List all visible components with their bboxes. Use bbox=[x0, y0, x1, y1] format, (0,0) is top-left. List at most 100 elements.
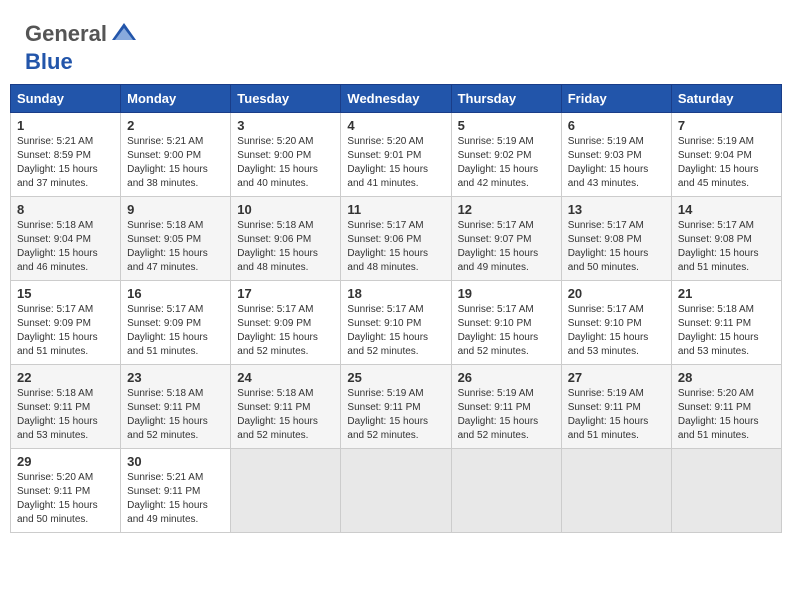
calendar-cell bbox=[451, 449, 561, 533]
day-number: 18 bbox=[347, 286, 444, 301]
day-number: 12 bbox=[458, 202, 555, 217]
day-number: 23 bbox=[127, 370, 224, 385]
day-info: Sunrise: 5:17 AMSunset: 9:06 PMDaylight:… bbox=[347, 219, 444, 275]
calendar-week-3: 15Sunrise: 5:17 AMSunset: 9:09 PMDayligh… bbox=[11, 281, 782, 365]
day-number: 17 bbox=[237, 286, 334, 301]
calendar-cell: 6 Sunrise: 5:19 AMSunset: 9:03 PMDaylight… bbox=[561, 113, 671, 197]
day-info: Sunrise: 5:17 AMSunset: 9:08 PMDaylight:… bbox=[568, 219, 665, 275]
day-number: 3 bbox=[237, 118, 334, 133]
day-number: 5 bbox=[458, 118, 555, 133]
calendar-cell: 29 Sunrise: 5:20 AMSunset: 9:11 PMDayligh… bbox=[11, 449, 121, 533]
weekday-header-thursday: Thursday bbox=[451, 85, 561, 113]
calendar-cell: 2 Sunrise: 5:21 AMSunset: 9:00 PMDaylight… bbox=[121, 113, 231, 197]
day-info: Sunrise: 5:17 AMSunset: 9:08 PMDaylight:… bbox=[678, 219, 775, 275]
day-number: 30 bbox=[127, 454, 224, 469]
day-number: 21 bbox=[678, 286, 775, 301]
logo-blue: Blue bbox=[25, 49, 73, 74]
calendar-cell bbox=[231, 449, 341, 533]
logo-general: General bbox=[25, 21, 107, 46]
calendar-cell: 27 Sunrise: 5:19 AMSunset: 9:11 PMDayligh… bbox=[561, 365, 671, 449]
calendar-cell: 3 Sunrise: 5:20 AMSunset: 9:00 PMDaylight… bbox=[231, 113, 341, 197]
day-info: Sunrise: 5:17 AMSunset: 9:07 PMDaylight:… bbox=[458, 219, 555, 275]
calendar-cell: 13 Sunrise: 5:17 AMSunset: 9:08 PMDayligh… bbox=[561, 197, 671, 281]
day-info: Sunrise: 5:17 AMSunset: 9:10 PMDaylight:… bbox=[347, 303, 444, 359]
day-number: 19 bbox=[458, 286, 555, 301]
day-info: Sunrise: 5:19 AMSunset: 9:11 PMDaylight:… bbox=[347, 387, 444, 443]
weekday-header-sunday: Sunday bbox=[11, 85, 121, 113]
calendar-cell: 4 Sunrise: 5:20 AMSunset: 9:01 PMDaylight… bbox=[341, 113, 451, 197]
day-number: 26 bbox=[458, 370, 555, 385]
calendar-cell: 30 Sunrise: 5:21 AMSunset: 9:11 PMDayligh… bbox=[121, 449, 231, 533]
calendar-cell: 23 Sunrise: 5:18 AMSunset: 9:11 PMDayligh… bbox=[121, 365, 231, 449]
day-info: Sunrise: 5:21 AMSunset: 9:11 PMDaylight:… bbox=[127, 471, 224, 527]
day-number: 29 bbox=[17, 454, 114, 469]
day-number: 11 bbox=[347, 202, 444, 217]
weekday-header-friday: Friday bbox=[561, 85, 671, 113]
calendar-week-4: 22 Sunrise: 5:18 AMSunset: 9:11 PMDayligh… bbox=[11, 365, 782, 449]
day-info: Sunrise: 5:19 AMSunset: 9:11 PMDaylight:… bbox=[568, 387, 665, 443]
day-number: 7 bbox=[678, 118, 775, 133]
calendar-cell: 28Sunrise: 5:20 AMSunset: 9:11 PMDayligh… bbox=[671, 365, 781, 449]
calendar-cell: 5 Sunrise: 5:19 AMSunset: 9:02 PMDaylight… bbox=[451, 113, 561, 197]
day-number: 20 bbox=[568, 286, 665, 301]
day-info: Sunrise: 5:19 AMSunset: 9:04 PMDaylight:… bbox=[678, 135, 775, 191]
day-number: 13 bbox=[568, 202, 665, 217]
day-number: 4 bbox=[347, 118, 444, 133]
day-number: 16 bbox=[127, 286, 224, 301]
day-info: Sunrise: 5:18 AMSunset: 9:06 PMDaylight:… bbox=[237, 219, 334, 275]
day-number: 27 bbox=[568, 370, 665, 385]
calendar-cell: 21Sunrise: 5:18 AMSunset: 9:11 PMDayligh… bbox=[671, 281, 781, 365]
calendar-week-1: 1 Sunrise: 5:21 AMSunset: 8:59 PMDaylight… bbox=[11, 113, 782, 197]
day-info: Sunrise: 5:20 AMSunset: 9:11 PMDaylight:… bbox=[17, 471, 114, 527]
day-info: Sunrise: 5:19 AMSunset: 9:02 PMDaylight:… bbox=[458, 135, 555, 191]
calendar-cell bbox=[561, 449, 671, 533]
calendar-cell: 1 Sunrise: 5:21 AMSunset: 8:59 PMDaylight… bbox=[11, 113, 121, 197]
calendar-cell: 20 Sunrise: 5:17 AMSunset: 9:10 PMDayligh… bbox=[561, 281, 671, 365]
calendar-cell: 14Sunrise: 5:17 AMSunset: 9:08 PMDayligh… bbox=[671, 197, 781, 281]
calendar-cell: 9Sunrise: 5:18 AMSunset: 9:05 PMDaylight… bbox=[121, 197, 231, 281]
calendar-cell: 8 Sunrise: 5:18 AMSunset: 9:04 PMDaylight… bbox=[11, 197, 121, 281]
header: General Blue bbox=[10, 10, 782, 79]
day-number: 9 bbox=[127, 202, 224, 217]
day-number: 1 bbox=[17, 118, 114, 133]
day-info: Sunrise: 5:18 AMSunset: 9:04 PMDaylight:… bbox=[17, 219, 114, 275]
calendar-cell bbox=[341, 449, 451, 533]
day-info: Sunrise: 5:17 AMSunset: 9:09 PMDaylight:… bbox=[237, 303, 334, 359]
day-info: Sunrise: 5:20 AMSunset: 9:00 PMDaylight:… bbox=[237, 135, 334, 191]
logo: General Blue bbox=[25, 20, 139, 74]
calendar-cell: 19 Sunrise: 5:17 AMSunset: 9:10 PMDayligh… bbox=[451, 281, 561, 365]
weekday-header-saturday: Saturday bbox=[671, 85, 781, 113]
calendar-cell bbox=[671, 449, 781, 533]
day-info: Sunrise: 5:21 AMSunset: 9:00 PMDaylight:… bbox=[127, 135, 224, 191]
day-number: 24 bbox=[237, 370, 334, 385]
calendar-cell: 10 Sunrise: 5:18 AMSunset: 9:06 PMDayligh… bbox=[231, 197, 341, 281]
calendar-cell: 24 Sunrise: 5:18 AMSunset: 9:11 PMDayligh… bbox=[231, 365, 341, 449]
calendar-cell: 11 Sunrise: 5:17 AMSunset: 9:06 PMDayligh… bbox=[341, 197, 451, 281]
day-info: Sunrise: 5:17 AMSunset: 9:09 PMDaylight:… bbox=[127, 303, 224, 359]
day-info: Sunrise: 5:18 AMSunset: 9:11 PMDaylight:… bbox=[17, 387, 114, 443]
day-info: Sunrise: 5:21 AMSunset: 8:59 PMDaylight:… bbox=[17, 135, 114, 191]
day-info: Sunrise: 5:18 AMSunset: 9:11 PMDaylight:… bbox=[237, 387, 334, 443]
day-number: 25 bbox=[347, 370, 444, 385]
logo-icon bbox=[109, 20, 139, 50]
day-info: Sunrise: 5:18 AMSunset: 9:11 PMDaylight:… bbox=[127, 387, 224, 443]
day-number: 8 bbox=[17, 202, 114, 217]
day-info: Sunrise: 5:17 AMSunset: 9:10 PMDaylight:… bbox=[458, 303, 555, 359]
day-info: Sunrise: 5:17 AMSunset: 9:09 PMDaylight:… bbox=[17, 303, 114, 359]
day-number: 10 bbox=[237, 202, 334, 217]
calendar-cell: 26 Sunrise: 5:19 AMSunset: 9:11 PMDayligh… bbox=[451, 365, 561, 449]
day-number: 22 bbox=[17, 370, 114, 385]
weekday-header-row: SundayMondayTuesdayWednesdayThursdayFrid… bbox=[11, 85, 782, 113]
calendar-cell: 16 Sunrise: 5:17 AMSunset: 9:09 PMDayligh… bbox=[121, 281, 231, 365]
calendar-cell: 18 Sunrise: 5:17 AMSunset: 9:10 PMDayligh… bbox=[341, 281, 451, 365]
day-number: 2 bbox=[127, 118, 224, 133]
weekday-header-wednesday: Wednesday bbox=[341, 85, 451, 113]
calendar-cell: 15Sunrise: 5:17 AMSunset: 9:09 PMDayligh… bbox=[11, 281, 121, 365]
calendar-cell: 25 Sunrise: 5:19 AMSunset: 9:11 PMDayligh… bbox=[341, 365, 451, 449]
day-info: Sunrise: 5:19 AMSunset: 9:11 PMDaylight:… bbox=[458, 387, 555, 443]
day-info: Sunrise: 5:19 AMSunset: 9:03 PMDaylight:… bbox=[568, 135, 665, 191]
calendar-cell: 22 Sunrise: 5:18 AMSunset: 9:11 PMDayligh… bbox=[11, 365, 121, 449]
day-info: Sunrise: 5:20 AMSunset: 9:01 PMDaylight:… bbox=[347, 135, 444, 191]
day-info: Sunrise: 5:17 AMSunset: 9:10 PMDaylight:… bbox=[568, 303, 665, 359]
day-number: 6 bbox=[568, 118, 665, 133]
